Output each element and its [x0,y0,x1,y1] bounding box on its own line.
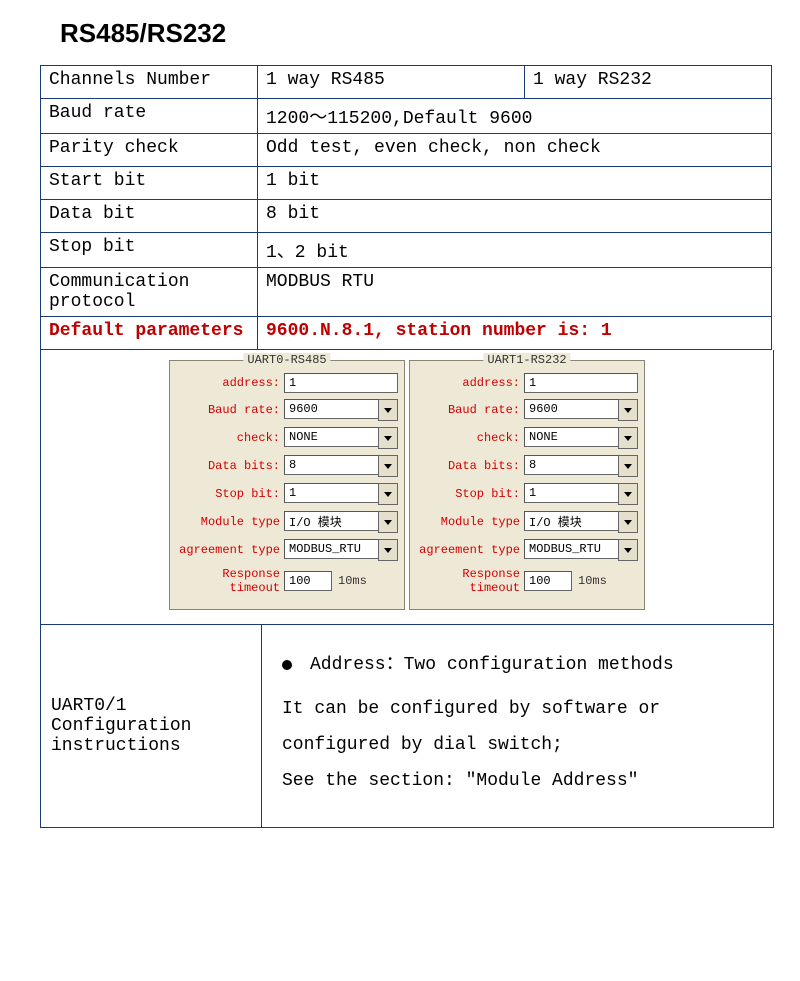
spec-baud-label: Baud rate [41,99,258,134]
uart1-timeout-input[interactable] [524,571,572,591]
uart1-panel: UART1-RS232 address: Baud rate: check: [409,360,645,610]
chevron-down-icon[interactable] [378,455,398,477]
uart1-baud-label: Baud rate: [416,403,524,417]
instructions-line2: See the section: "Module Address" [282,763,761,799]
uart0-baud-select[interactable] [284,399,398,421]
uart0-address-label: address: [176,376,284,390]
spec-proto-value: MODBUS RTU [258,268,772,317]
uart0-module-select[interactable] [284,511,398,533]
uart0-address-input[interactable] [284,373,398,393]
uart1-stopbit-value[interactable] [524,483,618,503]
uart0-panel: UART0-RS485 address: Baud rate: check: [169,360,405,610]
uart1-stopbit-label: Stop bit: [416,487,524,501]
uart0-timeout-label: Response timeout [176,567,284,595]
chevron-down-icon[interactable] [618,511,638,533]
uart1-module-value[interactable] [524,511,618,531]
page-title: RS485/RS232 [60,18,800,49]
uart0-stopbit-label: Stop bit: [176,487,284,501]
instructions-left-label: UART0/1 Configuration instructions [41,625,262,827]
uart1-agreement-label: agreement type [416,543,524,557]
spec-start-value: 1 bit [258,167,772,200]
uart1-check-label: check: [416,431,524,445]
spec-channels-label: Channels Number [41,66,258,99]
uart1-stopbit-select[interactable] [524,483,638,505]
uart0-databits-label: Data bits: [176,459,284,473]
uart1-agreement-select[interactable] [524,539,638,561]
spec-table: Channels Number 1 way RS485 1 way RS232 … [40,65,772,350]
uart1-baud-value[interactable] [524,399,618,419]
uart1-module-select[interactable] [524,511,638,533]
uart1-timeout-unit: 10ms [578,574,607,588]
spec-proto-label: Communication protocol [41,268,258,317]
spec-channels-v1: 1 way RS485 [258,66,525,99]
uart1-check-select[interactable] [524,427,638,449]
spec-parity-label: Parity check [41,134,258,167]
uart0-baud-label: Baud rate: [176,403,284,417]
uart0-baud-value[interactable] [284,399,378,419]
chevron-down-icon[interactable] [618,483,638,505]
uart0-timeout-input[interactable] [284,571,332,591]
spec-data-label: Data bit [41,200,258,233]
chevron-down-icon[interactable] [618,539,638,561]
uart1-baud-select[interactable] [524,399,638,421]
uart1-databits-label: Data bits: [416,459,524,473]
instructions-row: UART0/1 Configuration instructions Addre… [40,625,774,828]
chevron-down-icon[interactable] [378,511,398,533]
uart1-agreement-value[interactable] [524,539,618,559]
spec-stop-value: 1、2 bit [258,233,772,268]
uart0-check-value[interactable] [284,427,378,447]
uart0-stopbit-select[interactable] [284,483,398,505]
uart0-module-label: Module type [176,515,284,529]
uart0-databits-value[interactable] [284,455,378,475]
chevron-down-icon[interactable] [378,539,398,561]
uart1-address-label: address: [416,376,524,390]
chevron-down-icon[interactable] [378,427,398,449]
spec-baud-value: 1200～115200,Default 9600 [258,99,772,134]
uart0-timeout-unit: 10ms [338,574,367,588]
spec-default-value: 9600.N.8.1, station number is: 1 [258,317,772,350]
bullet-icon [282,660,292,670]
spec-data-value: 8 bit [258,200,772,233]
uart1-module-label: Module type [416,515,524,529]
uart0-check-select[interactable] [284,427,398,449]
chevron-down-icon[interactable] [618,399,638,421]
uart0-stopbit-value[interactable] [284,483,378,503]
uart-panels-container: UART0-RS485 address: Baud rate: check: [40,350,774,625]
uart0-agreement-select[interactable] [284,539,398,561]
uart1-check-value[interactable] [524,427,618,447]
uart1-title: UART1-RS232 [483,353,570,367]
uart1-databits-value[interactable] [524,455,618,475]
chevron-down-icon[interactable] [618,427,638,449]
spec-channels-v2: 1 way RS232 [525,66,772,99]
uart1-timeout-label: Response timeout [416,567,524,595]
spec-parity-value: Odd test, even check, non check [258,134,772,167]
chevron-down-icon[interactable] [618,455,638,477]
spec-stop-label: Stop bit [41,233,258,268]
uart0-title: UART0-RS485 [243,353,330,367]
uart0-check-label: check: [176,431,284,445]
uart0-module-value[interactable] [284,511,378,531]
spec-default-label: Default parameters [41,317,258,350]
uart1-databits-select[interactable] [524,455,638,477]
uart0-agreement-label: agreement type [176,543,284,557]
uart0-agreement-value[interactable] [284,539,378,559]
instructions-line1: It can be configured by software or conf… [282,691,761,763]
chevron-down-icon[interactable] [378,399,398,421]
uart1-address-input[interactable] [524,373,638,393]
chevron-down-icon[interactable] [378,483,398,505]
instructions-bullet: Address：Two configuration methods [310,647,674,683]
instructions-body: Address：Two configuration methods It can… [262,625,773,827]
uart0-databits-select[interactable] [284,455,398,477]
spec-start-label: Start bit [41,167,258,200]
